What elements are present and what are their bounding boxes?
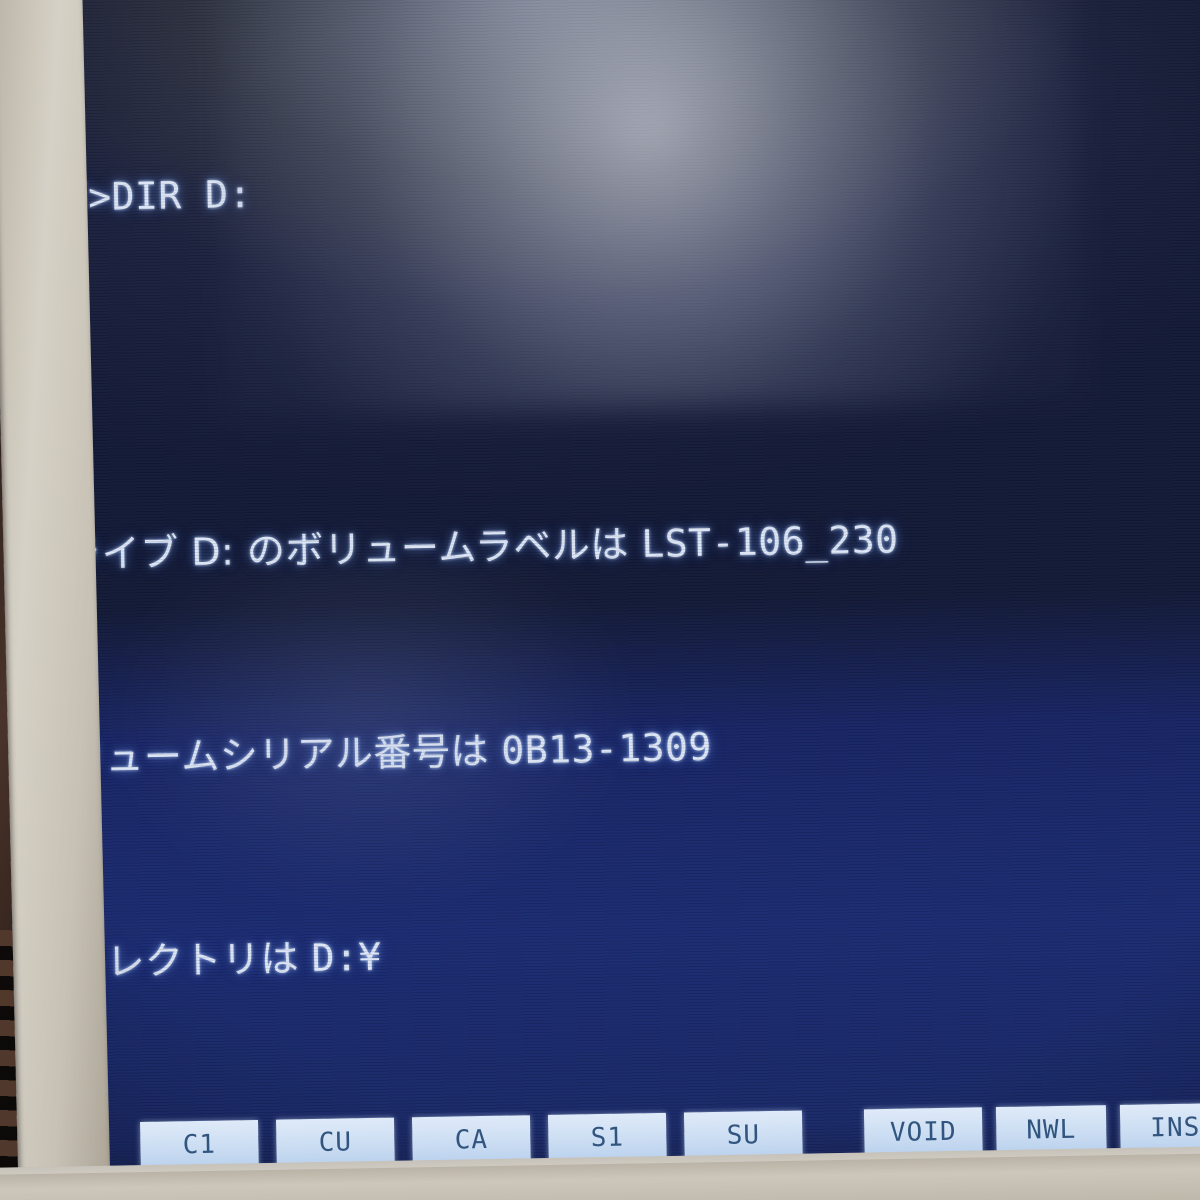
volume-serial-line: ボリュームシリアル番号は 0B13-1309 (36, 711, 1200, 785)
fk-gap (1106, 1105, 1121, 1153)
function-key-nwl[interactable]: NWL (995, 1105, 1107, 1156)
fk-gap (982, 1107, 997, 1155)
screenshot-root: C:¥>DIR D: ドライブ D: のボリュームラベルは LST-106_23… (0, 0, 1200, 1200)
function-key-label: CU (318, 1127, 353, 1158)
directory-path-line: ディレクトリは D:¥ (36, 915, 1200, 989)
fk-gap (394, 1117, 413, 1165)
function-key-label: S1 (590, 1122, 625, 1154)
function-key-label: CA (454, 1124, 489, 1156)
volume-label-value: LST-106_230 (640, 517, 899, 566)
fk-gap (666, 1113, 685, 1161)
command-line: C:¥>DIR D: (36, 172, 253, 221)
function-key-label: SU (726, 1120, 761, 1151)
volume-label-prefix: ドライブ D: のボリュームラベルは (36, 522, 642, 578)
dos-terminal[interactable]: C:¥>DIR D: ドライブ D: のボリュームラベルは LST-106_23… (36, 0, 1200, 1200)
function-key-label: VOID (889, 1116, 957, 1148)
volume-label-line: ドライブ D: のボリュームラベルは LST-106_230 (36, 507, 1200, 581)
fk-gap (530, 1115, 549, 1163)
fk-gap-wide (802, 1109, 865, 1158)
function-key-ins[interactable]: INS (1119, 1102, 1200, 1153)
blank-line-1 (36, 303, 1200, 377)
volume-serial-prefix: ボリュームシリアル番号は (36, 728, 502, 782)
directory-path-value: D:¥ (311, 934, 383, 981)
function-key-label: NWL (1026, 1114, 1077, 1146)
function-key-label: C1 (182, 1129, 217, 1161)
fk-gap (258, 1120, 277, 1168)
crt-screen: C:¥>DIR D: ドライブ D: のボリュームラベルは LST-106_23… (36, 0, 1200, 1200)
volume-serial-value: 0B13-1309 (501, 724, 713, 773)
function-key-label: INS (1150, 1112, 1200, 1144)
